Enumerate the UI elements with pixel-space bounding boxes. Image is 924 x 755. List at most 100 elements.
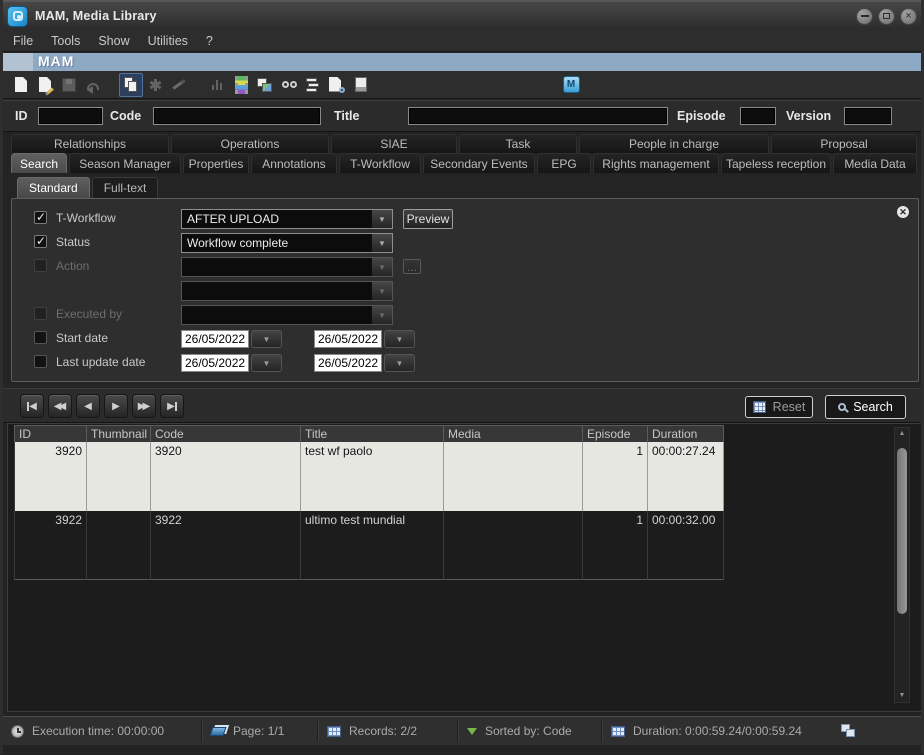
- column-header-duration[interactable]: Duration: [648, 425, 724, 442]
- tab-epg[interactable]: EPG: [537, 153, 591, 173]
- tab-operations[interactable]: Operations: [171, 134, 329, 153]
- tab-search[interactable]: Search: [11, 153, 67, 173]
- edit-document-icon[interactable]: [33, 73, 57, 97]
- action-checkbox[interactable]: [34, 259, 47, 272]
- duplicate-list-icon[interactable]: [301, 73, 325, 97]
- tab-t-workflow[interactable]: T-Workflow: [339, 153, 421, 173]
- status-checkbox[interactable]: [34, 235, 47, 248]
- subtab-standard[interactable]: Standard: [17, 177, 90, 198]
- previous-icon[interactable]: ◀: [76, 394, 100, 418]
- executed-by-checkbox[interactable]: [34, 307, 47, 320]
- find-media-icon[interactable]: [277, 73, 301, 97]
- tab-season-manager[interactable]: Season Manager: [69, 153, 181, 173]
- tab-siae[interactable]: SIAE: [331, 134, 457, 153]
- minimize-button[interactable]: [856, 8, 873, 25]
- last-update-date-checkbox[interactable]: [34, 355, 47, 368]
- last-page-icon[interactable]: ▶: [160, 394, 184, 418]
- action-dropdown[interactable]: ▼: [181, 257, 393, 277]
- status-label: Status: [56, 235, 90, 249]
- status-bar: Execution time: 00:00:00 Page: 1/1 Recor…: [3, 716, 921, 745]
- action-secondary-dropdown[interactable]: ▼: [181, 281, 393, 301]
- executed-by-dropdown[interactable]: ▼: [181, 305, 393, 325]
- fast-backward-icon[interactable]: ◀◀: [48, 394, 72, 418]
- tab-rights-management[interactable]: Rights management: [593, 153, 719, 173]
- title-field[interactable]: [408, 107, 668, 125]
- menu-file[interactable]: File: [13, 34, 33, 48]
- copy-icon[interactable]: [119, 73, 143, 97]
- tab-tapeless-reception[interactable]: Tapeless reception: [721, 153, 831, 173]
- scroll-up-icon[interactable]: ▲: [895, 428, 909, 440]
- id-field[interactable]: [38, 107, 103, 125]
- new-document-icon[interactable]: [9, 73, 33, 97]
- chevron-down-icon[interactable]: ▼: [371, 282, 392, 300]
- start-date-to-dropdown[interactable]: ▼: [384, 330, 415, 348]
- table-row[interactable]: 3922 3922 ultimo test mundial 1 00:00:32…: [14, 511, 724, 580]
- report-icon[interactable]: [349, 73, 373, 97]
- next-icon[interactable]: ▶: [104, 394, 128, 418]
- chevron-down-icon[interactable]: ▼: [371, 210, 392, 228]
- menu-tools[interactable]: Tools: [51, 34, 80, 48]
- column-header-title[interactable]: Title: [301, 425, 444, 442]
- episode-label: Episode: [677, 109, 726, 123]
- preview-button[interactable]: Preview: [403, 209, 453, 229]
- close-button[interactable]: ×: [900, 8, 917, 25]
- levels-icon[interactable]: [205, 73, 229, 97]
- search-button[interactable]: Search: [825, 395, 906, 419]
- chevron-down-icon[interactable]: ▼: [371, 306, 392, 324]
- start-date-to-field[interactable]: 26/05/2022: [314, 330, 382, 348]
- reset-button[interactable]: Reset: [745, 396, 813, 418]
- action-more-button[interactable]: ...: [403, 259, 421, 274]
- copy-image-icon[interactable]: [253, 73, 277, 97]
- last-update-date-label: Last update date: [56, 355, 145, 369]
- tab-secondary-events[interactable]: Secondary Events: [423, 153, 535, 173]
- vertical-scrollbar[interactable]: ▲ ▼: [894, 427, 910, 703]
- tab-proposal[interactable]: Proposal: [771, 134, 917, 153]
- column-header-media[interactable]: Media: [444, 425, 583, 442]
- maximize-button[interactable]: [878, 8, 895, 25]
- tab-properties[interactable]: Properties: [183, 153, 249, 173]
- fast-forward-icon[interactable]: ▶▶: [132, 394, 156, 418]
- start-date-from-dropdown[interactable]: ▼: [251, 330, 282, 348]
- first-page-icon[interactable]: ◀: [20, 394, 44, 418]
- search-criteria-panel: ✕ T-Workflow AFTER UPLOAD ▼ Preview Stat…: [11, 198, 919, 382]
- menu-utilities[interactable]: Utilities: [148, 34, 188, 48]
- version-field[interactable]: [844, 107, 892, 125]
- status-dropdown[interactable]: Workflow complete ▼: [181, 233, 393, 253]
- table-row[interactable]: 3920 3920 test wf paolo 1 00:00:27.24: [14, 442, 724, 511]
- tab-media-data[interactable]: Media Data: [833, 153, 917, 173]
- t-workflow-checkbox[interactable]: [34, 211, 47, 224]
- column-header-id[interactable]: ID: [14, 425, 87, 442]
- last-update-to-field[interactable]: 26/05/2022: [314, 354, 382, 372]
- menu-help[interactable]: ?: [206, 34, 213, 48]
- title-bar[interactable]: MAM, Media Library ×: [0, 0, 924, 30]
- column-header-episode[interactable]: Episode: [583, 425, 648, 442]
- column-header-thumbnail[interactable]: Thumbnail: [87, 425, 151, 442]
- episode-field[interactable]: [740, 107, 776, 125]
- tab-relationships[interactable]: Relationships: [11, 134, 169, 153]
- start-date-checkbox[interactable]: [34, 331, 47, 344]
- last-update-from-dropdown[interactable]: ▼: [251, 354, 282, 372]
- menu-show[interactable]: Show: [98, 34, 129, 48]
- mam-window-icon[interactable]: M: [559, 73, 583, 97]
- process-icon[interactable]: [143, 73, 167, 97]
- undo-icon[interactable]: [81, 73, 105, 97]
- chevron-down-icon[interactable]: ▼: [371, 258, 392, 276]
- subtab-full-text[interactable]: Full-text: [92, 177, 159, 198]
- code-field[interactable]: [153, 107, 321, 125]
- preview-document-icon[interactable]: [325, 73, 349, 97]
- save-icon[interactable]: [57, 73, 81, 97]
- last-update-from-field[interactable]: 26/05/2022: [181, 354, 249, 372]
- tab-annotations[interactable]: Annotations: [251, 153, 337, 173]
- chevron-down-icon[interactable]: ▼: [371, 234, 392, 252]
- start-date-from-field[interactable]: 26/05/2022: [181, 330, 249, 348]
- cascade-windows-icon[interactable]: [841, 724, 856, 738]
- column-header-code[interactable]: Code: [151, 425, 301, 442]
- tab-people-in-charge[interactable]: People in charge: [579, 134, 769, 153]
- last-update-to-dropdown[interactable]: ▼: [384, 354, 415, 372]
- t-workflow-dropdown[interactable]: AFTER UPLOAD ▼: [181, 209, 393, 229]
- brush-icon[interactable]: [167, 73, 191, 97]
- tab-task[interactable]: Task: [459, 134, 577, 153]
- filmstrip-icon[interactable]: [229, 73, 253, 97]
- scroll-down-icon[interactable]: ▼: [895, 690, 909, 702]
- scrollbar-thumb[interactable]: [897, 448, 907, 614]
